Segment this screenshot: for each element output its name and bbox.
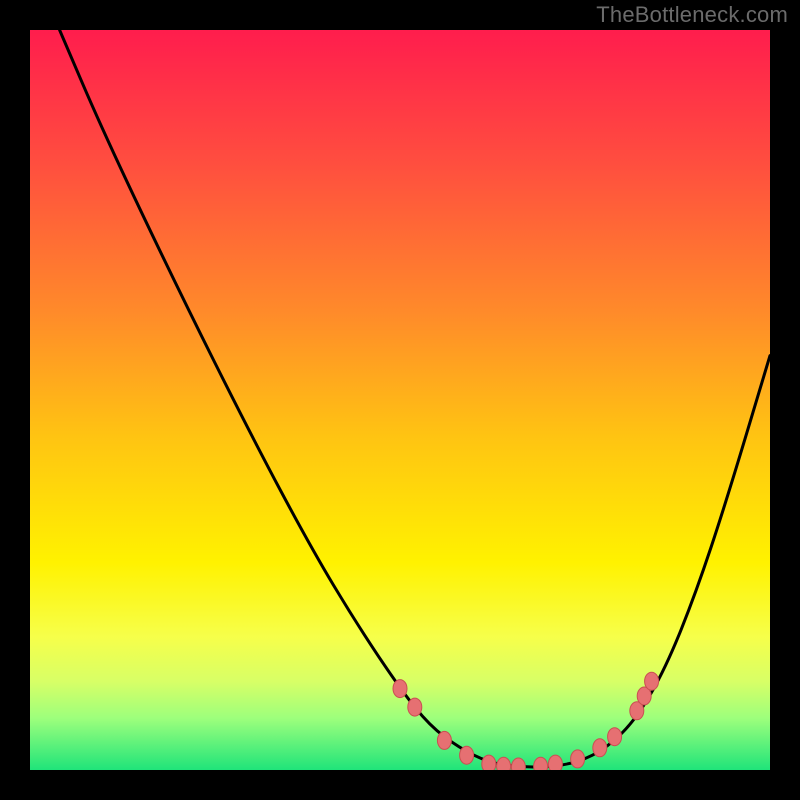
curve-marker bbox=[548, 755, 562, 770]
curve-marker bbox=[482, 755, 496, 770]
curve-marker bbox=[571, 750, 585, 768]
chart-frame: TheBottleneck.com bbox=[0, 0, 800, 800]
curve-markers bbox=[393, 672, 659, 770]
chart-svg bbox=[30, 30, 770, 770]
curve-marker bbox=[534, 757, 548, 770]
curve-marker bbox=[497, 757, 511, 770]
curve-marker bbox=[393, 680, 407, 698]
curve-marker bbox=[408, 698, 422, 716]
watermark-text: TheBottleneck.com bbox=[596, 2, 788, 28]
curve-marker bbox=[593, 739, 607, 757]
curve-marker bbox=[645, 672, 659, 690]
curve-marker bbox=[460, 746, 474, 764]
chart-plot-area bbox=[30, 30, 770, 770]
curve-marker bbox=[437, 731, 451, 749]
curve-marker bbox=[608, 728, 622, 746]
curve-marker bbox=[511, 758, 525, 770]
bottleneck-curve bbox=[60, 30, 770, 767]
